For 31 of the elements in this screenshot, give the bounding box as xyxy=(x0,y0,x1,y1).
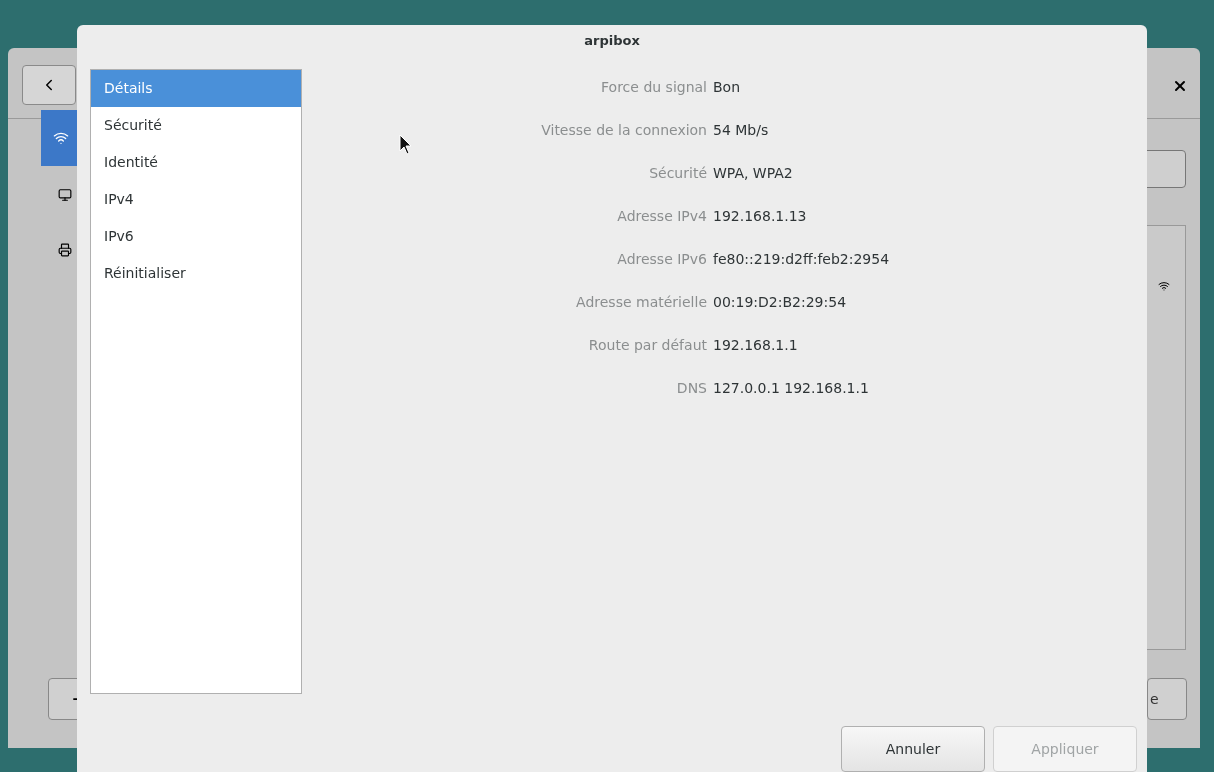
wifi-icon xyxy=(1158,280,1170,292)
action-button[interactable]: e xyxy=(1147,678,1187,720)
detail-label: Route par défaut xyxy=(587,336,707,355)
sidebar-item[interactable]: IPv4 xyxy=(91,181,301,218)
detail-label: DNS xyxy=(675,379,707,398)
detail-value: 127.0.0.1 192.168.1.1 xyxy=(713,379,870,398)
cursor-icon xyxy=(399,134,413,156)
detail-label: Sécurité xyxy=(648,164,707,183)
detail-label: Adresse IPv4 xyxy=(616,207,707,226)
detail-value: 192.168.1.13 xyxy=(713,207,808,226)
detail-value: fe80::219:d2ff:feb2:2954 xyxy=(713,250,891,269)
detail-label: Vitesse de la connexion xyxy=(540,121,707,140)
detail-label: Adresse matérielle xyxy=(575,293,707,312)
monitor-icon xyxy=(58,188,72,202)
detail-label: Force du signal xyxy=(600,78,707,97)
detail-value: 00:19:D2:B2:29:54 xyxy=(713,293,848,312)
detail-value: 54 Mb/s xyxy=(713,121,770,140)
sidebar-item[interactable]: Identité xyxy=(91,144,301,181)
detail-label: Adresse IPv6 xyxy=(616,250,707,269)
dialog-button[interactable]: Annuler xyxy=(841,726,985,772)
sidebar-item[interactable]: IPv6 xyxy=(91,218,301,255)
wifi-icon xyxy=(53,130,69,146)
close-icon[interactable] xyxy=(1172,78,1188,94)
sidebar-item[interactable]: Réinitialiser xyxy=(91,255,301,292)
detail-value: Bon xyxy=(713,78,742,97)
back-button[interactable] xyxy=(22,65,76,105)
printer-icon xyxy=(58,243,72,257)
detail-value: WPA, WPA2 xyxy=(713,164,794,183)
detail-value: 192.168.1.1 xyxy=(713,336,799,355)
window-title: arpibox xyxy=(584,32,640,51)
sidebar-item[interactable]: Sécurité xyxy=(91,107,301,144)
